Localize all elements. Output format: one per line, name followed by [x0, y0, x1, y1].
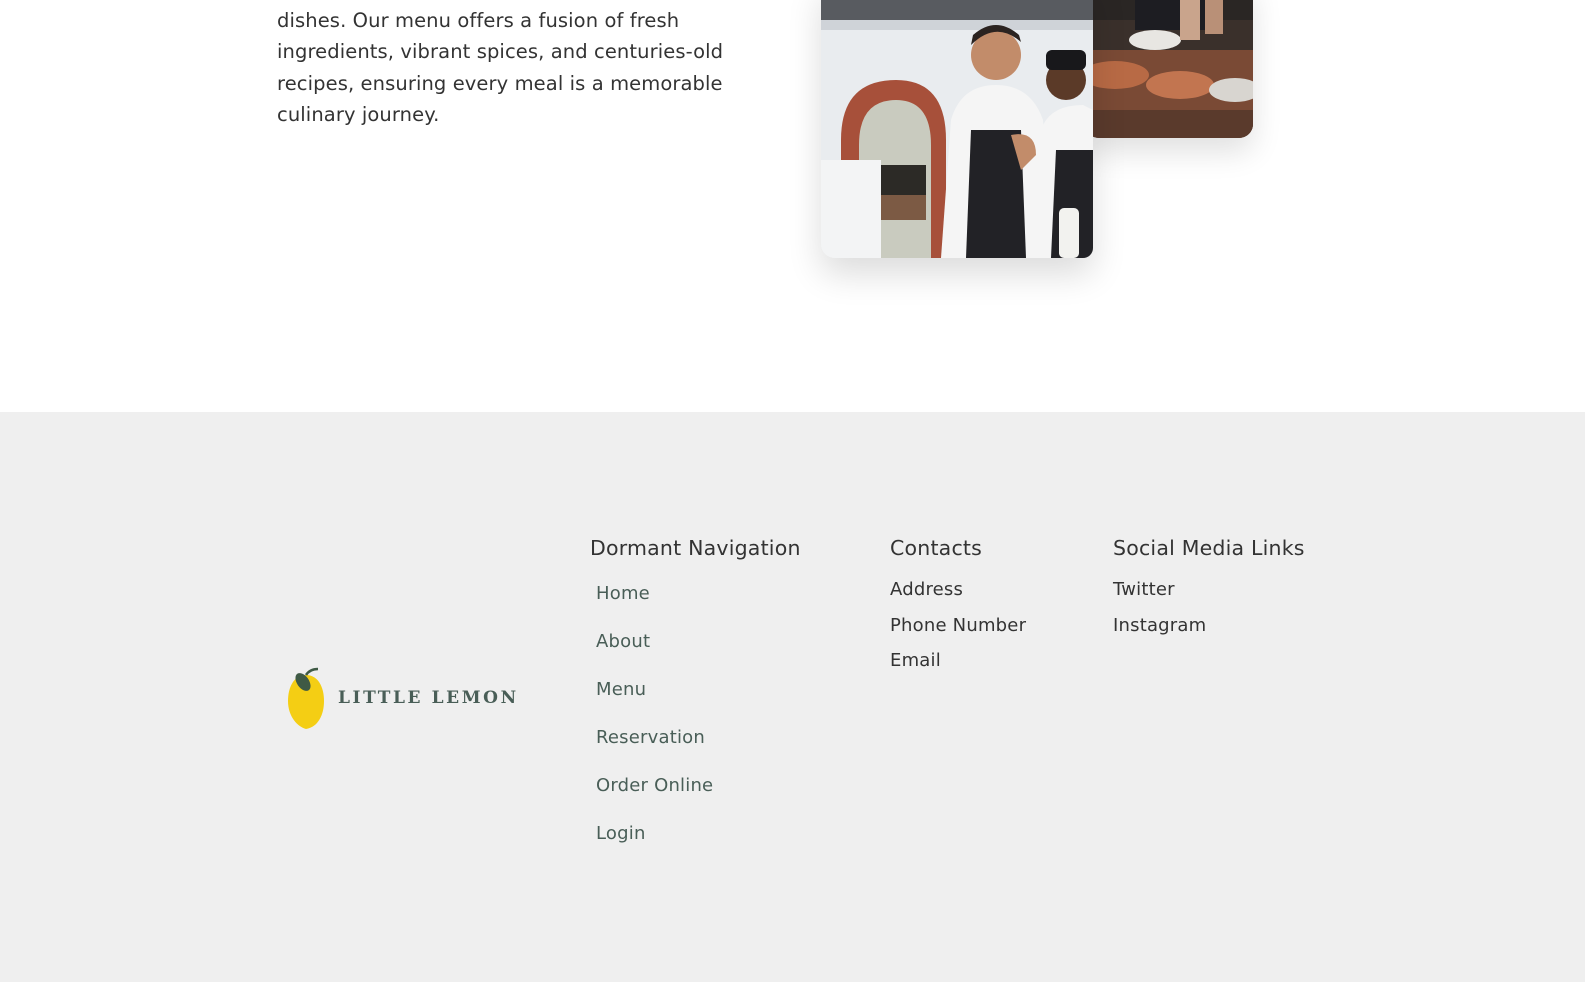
nav-link-order-online[interactable]: Order Online: [596, 774, 713, 798]
navigation-list: Home About Menu Reservation Order Online…: [596, 582, 801, 870]
list-item: Home: [596, 582, 801, 630]
contact-link-phone-number[interactable]: Phone Number: [890, 614, 1026, 638]
list-item: Phone Number: [890, 614, 1026, 650]
list-item: Address: [890, 578, 1026, 614]
lemon-icon: [288, 667, 324, 729]
nav-link-home[interactable]: Home: [596, 582, 650, 606]
social-heading: Social Media Links: [1113, 536, 1305, 560]
brand-logo[interactable]: LITTLE LEMON: [284, 663, 524, 733]
chefs-kitchen-photo: [821, 0, 1093, 258]
footer-navigation: Dormant Navigation Home About Menu Reser…: [590, 536, 801, 870]
nav-link-reservation[interactable]: Reservation: [596, 726, 705, 750]
list-item: Menu: [596, 678, 801, 726]
navigation-heading: Dormant Navigation: [590, 536, 801, 560]
about-paragraph: passion for crafting authentic and exqui…: [277, 8, 724, 127]
social-link-instagram[interactable]: Instagram: [1113, 614, 1206, 638]
list-item: About: [596, 630, 801, 678]
about-section: passion for crafting authentic and exqui…: [0, 0, 1585, 412]
brand-logo-text: LITTLE LEMON: [338, 688, 519, 708]
chefs-plating-photo: [1085, 0, 1253, 138]
page: passion for crafting authentic and exqui…: [0, 0, 1585, 982]
nav-link-menu[interactable]: Menu: [596, 678, 646, 702]
list-item: Email: [890, 649, 1026, 685]
list-item: Login: [596, 822, 801, 870]
social-link-twitter[interactable]: Twitter: [1113, 578, 1175, 602]
list-item: Reservation: [596, 726, 801, 774]
social-list: Twitter Instagram: [1113, 578, 1305, 649]
list-item: Twitter: [1113, 578, 1305, 614]
nav-link-about[interactable]: About: [596, 630, 650, 654]
footer-social: Social Media Links Twitter Instagram: [1113, 536, 1305, 649]
site-footer: LITTLE LEMON Dormant Navigation Home Abo…: [0, 412, 1585, 982]
contact-link-address[interactable]: Address: [890, 578, 963, 602]
contacts-list: Address Phone Number Email: [890, 578, 1026, 685]
list-item: Order Online: [596, 774, 801, 822]
contact-link-email[interactable]: Email: [890, 649, 941, 673]
footer-contacts: Contacts Address Phone Number Email: [890, 536, 1026, 685]
nav-link-login[interactable]: Login: [596, 822, 646, 846]
list-item: Instagram: [1113, 614, 1305, 650]
contacts-heading: Contacts: [890, 536, 983, 560]
